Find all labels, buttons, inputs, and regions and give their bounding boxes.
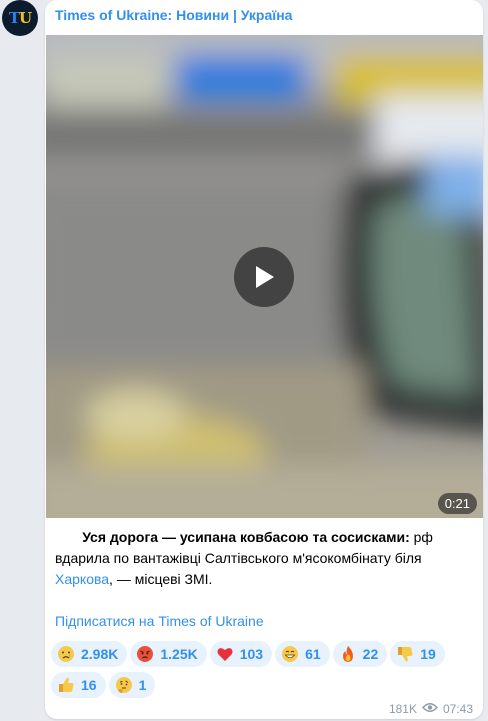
grinning-face-icon	[281, 645, 299, 663]
reaction-heart[interactable]: 103	[209, 641, 273, 667]
reaction-count: 61	[305, 646, 321, 662]
play-icon	[256, 266, 274, 288]
reaction-count: 1.25K	[160, 646, 198, 662]
reactions-bar: 2.98K 1.25K 103 61 22 19 16 1	[51, 641, 471, 703]
reaction-thumbs-up[interactable]: 16	[51, 672, 106, 698]
angry-face-icon	[136, 645, 154, 663]
views-count: 181K	[388, 702, 417, 716]
location-link[interactable]: Харкова	[55, 571, 109, 587]
subscribe-link[interactable]: Підписатися на Times of Ukraine	[55, 613, 264, 629]
eye-icon	[422, 702, 438, 716]
message-lead: Уся дорога — усипана ковбасою та сосиска…	[82, 529, 410, 545]
message-body-part2: , — місцеві ЗМІ.	[109, 571, 213, 587]
video-player[interactable]: 0:21	[46, 35, 483, 518]
avatar-letter-t: T	[8, 9, 20, 27]
reaction-crying[interactable]: 2.98K	[51, 641, 128, 667]
reaction-fire[interactable]: 22	[332, 641, 388, 667]
reaction-count: 16	[81, 677, 97, 693]
message-meta: 181K 07:43	[389, 702, 473, 716]
reaction-count: 19	[420, 646, 436, 662]
reaction-count: 2.98K	[81, 646, 119, 662]
video-duration: 0:21	[437, 493, 477, 514]
red-heart-icon	[216, 645, 234, 663]
reaction-thinking[interactable]: 1	[108, 672, 156, 698]
channel-name[interactable]: Times of Ukraine: Новини | Україна	[55, 7, 292, 23]
reaction-thumbs-down[interactable]: 19	[390, 641, 445, 667]
fire-icon	[339, 645, 357, 663]
thumbs-down-icon	[396, 645, 414, 663]
message-time: 07:43	[442, 702, 473, 716]
channel-avatar[interactable]: TU	[2, 0, 38, 36]
avatar-letter-u: U	[19, 9, 32, 27]
reaction-count: 22	[362, 646, 379, 662]
thinking-face-icon	[115, 676, 133, 694]
crying-face-icon	[57, 645, 75, 663]
reaction-count: 103	[239, 646, 264, 662]
thumbs-up-icon	[57, 676, 75, 694]
message-bubble: Times of Ukraine: Новини | Україна 0:21 …	[45, 0, 483, 719]
message-text: Уся дорога — усипана ковбасою та сосиска…	[55, 527, 475, 590]
play-button[interactable]	[234, 247, 294, 307]
reaction-count: 1	[138, 677, 147, 693]
reaction-grinning[interactable]: 61	[275, 641, 330, 667]
reaction-angry[interactable]: 1.25K	[130, 641, 207, 667]
